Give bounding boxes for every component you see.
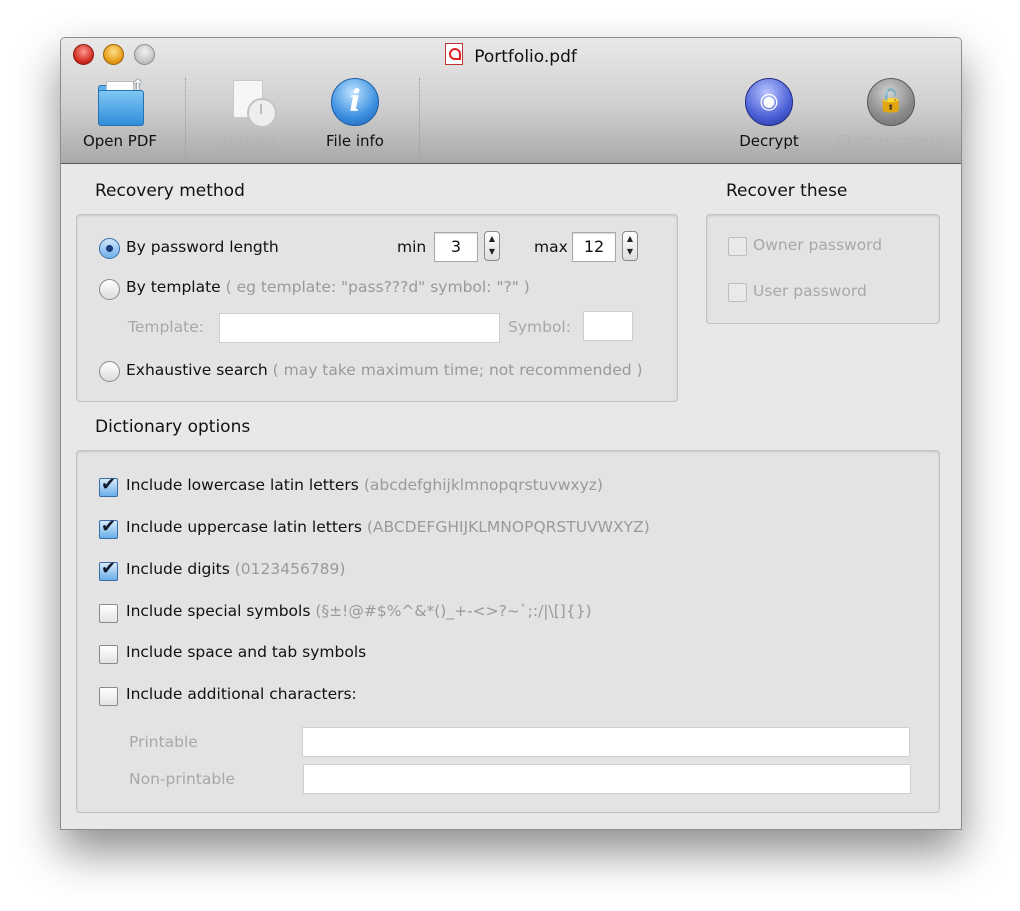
radio-exhaustive[interactable] — [99, 361, 120, 382]
file-info-button[interactable]: i File info — [300, 76, 410, 150]
symbol-label: Symbol: — [508, 318, 571, 336]
space-tab-label: Include space and tab symbols — [126, 643, 367, 661]
decrypt-eye-icon: ◉ — [743, 76, 795, 128]
history-clock-icon — [223, 76, 277, 128]
exhaustive-text: Exhaustive search — [126, 361, 268, 379]
nonprintable-label: Non-printable — [129, 770, 236, 788]
start-recovery-label: Start recovery — [837, 132, 945, 150]
template-label: Template: — [128, 318, 204, 336]
digits-label: Include digits (0123456789) — [126, 560, 345, 578]
min-stepper[interactable]: ▲ ▼ — [484, 231, 500, 261]
unlock-icon: 🔓 — [865, 76, 917, 128]
radio-by-template[interactable] — [99, 279, 120, 300]
open-pdf-button[interactable]: ↑ Open PDF — [65, 76, 175, 150]
radio-by-length[interactable] — [99, 238, 120, 259]
printable-label: Printable — [129, 733, 198, 751]
uppercase-label: Include uppercase latin letters (ABCDEFG… — [126, 518, 650, 536]
decrypt-button[interactable]: ◉ Decrypt — [714, 76, 824, 150]
by-length-label: By password length — [126, 238, 279, 256]
recover-these-panel: Owner password User password — [706, 214, 940, 324]
digits-hint: (0123456789) — [234, 560, 346, 578]
exhaustive-hint: ( may take maximum time; not recommended… — [272, 361, 643, 379]
additional-chars-checkbox[interactable] — [99, 687, 118, 706]
toolbar-divider — [185, 78, 187, 158]
window-title-text: Portfolio.pdf — [474, 47, 577, 67]
lowercase-checkbox[interactable] — [99, 474, 118, 497]
history-button[interactable]: History — [194, 76, 304, 150]
digits-checkbox[interactable] — [99, 558, 118, 581]
recovery-method-panel: By password length min 3 ▲ ▼ max 12 ▲ ▼ By… — [76, 214, 678, 402]
lowercase-hint: (abcdefghijklmnopqrstuvwxyz) — [363, 476, 603, 494]
special-symbols-label: Include special symbols (§±!@#$%^&*()_+-… — [126, 602, 592, 620]
info-icon: i — [329, 76, 381, 128]
uppercase-text: Include uppercase latin letters — [126, 518, 362, 536]
lowercase-text: Include lowercase latin letters — [126, 476, 359, 494]
uppercase-checkbox[interactable] — [99, 516, 118, 539]
recover-these-heading: Recover these — [726, 181, 848, 201]
by-template-text: By template — [126, 278, 221, 296]
uppercase-hint: (ABCDEFGHIJKLMNOPQRSTUVWXYZ) — [366, 518, 650, 536]
file-info-label: File info — [325, 132, 384, 150]
user-password-checkbox[interactable] — [728, 283, 747, 302]
dictionary-options-panel: Include lowercase latin letters (abcdefg… — [76, 450, 940, 813]
special-symbols-text: Include special symbols — [126, 602, 311, 620]
start-recovery-button[interactable]: 🔓 Start recovery — [836, 76, 946, 150]
max-length-input[interactable]: 12 — [572, 232, 616, 262]
nonprintable-input[interactable] — [303, 764, 911, 794]
recovery-method-heading: Recovery method — [95, 181, 245, 201]
history-label: History — [222, 132, 276, 150]
additional-chars-label: Include additional characters: — [126, 685, 357, 703]
decrypt-label: Decrypt — [739, 132, 799, 150]
special-symbols-hint: (§±!@#$%^&*()_+-<>?~`;:/|\[]{}) — [315, 602, 592, 620]
lowercase-label: Include lowercase latin letters (abcdefg… — [126, 476, 603, 494]
toolbar-divider — [419, 78, 421, 158]
main-window: Portfolio.pdf ↑ Open PDF History i File … — [60, 37, 962, 830]
max-label: max — [534, 238, 568, 256]
space-tab-checkbox[interactable] — [99, 645, 118, 664]
max-stepper[interactable]: ▲ ▼ — [622, 231, 638, 261]
symbol-input[interactable] — [583, 311, 633, 341]
template-hint: ( eg template: "pass???d" symbol: "?" ) — [225, 278, 530, 296]
folder-upload-icon: ↑ — [94, 76, 146, 128]
open-pdf-label: Open PDF — [82, 132, 158, 150]
window-title: Portfolio.pdf — [61, 43, 961, 67]
toolbar: Portfolio.pdf ↑ Open PDF History i File … — [61, 38, 961, 164]
template-input[interactable] — [219, 313, 500, 343]
special-symbols-checkbox[interactable] — [99, 604, 118, 623]
by-template-label: By template ( eg template: "pass???d" sy… — [126, 278, 530, 296]
user-password-label: User password — [753, 282, 867, 300]
min-length-input[interactable]: 3 — [434, 232, 478, 262]
dictionary-options-heading: Dictionary options — [95, 417, 251, 437]
pdf-file-icon — [445, 43, 464, 65]
digits-text: Include digits — [126, 560, 230, 578]
owner-password-label: Owner password — [753, 236, 883, 254]
min-label: min — [397, 238, 427, 256]
printable-input[interactable] — [302, 727, 910, 757]
owner-password-checkbox[interactable] — [728, 237, 747, 256]
exhaustive-label: Exhaustive search ( may take maximum tim… — [126, 361, 643, 379]
